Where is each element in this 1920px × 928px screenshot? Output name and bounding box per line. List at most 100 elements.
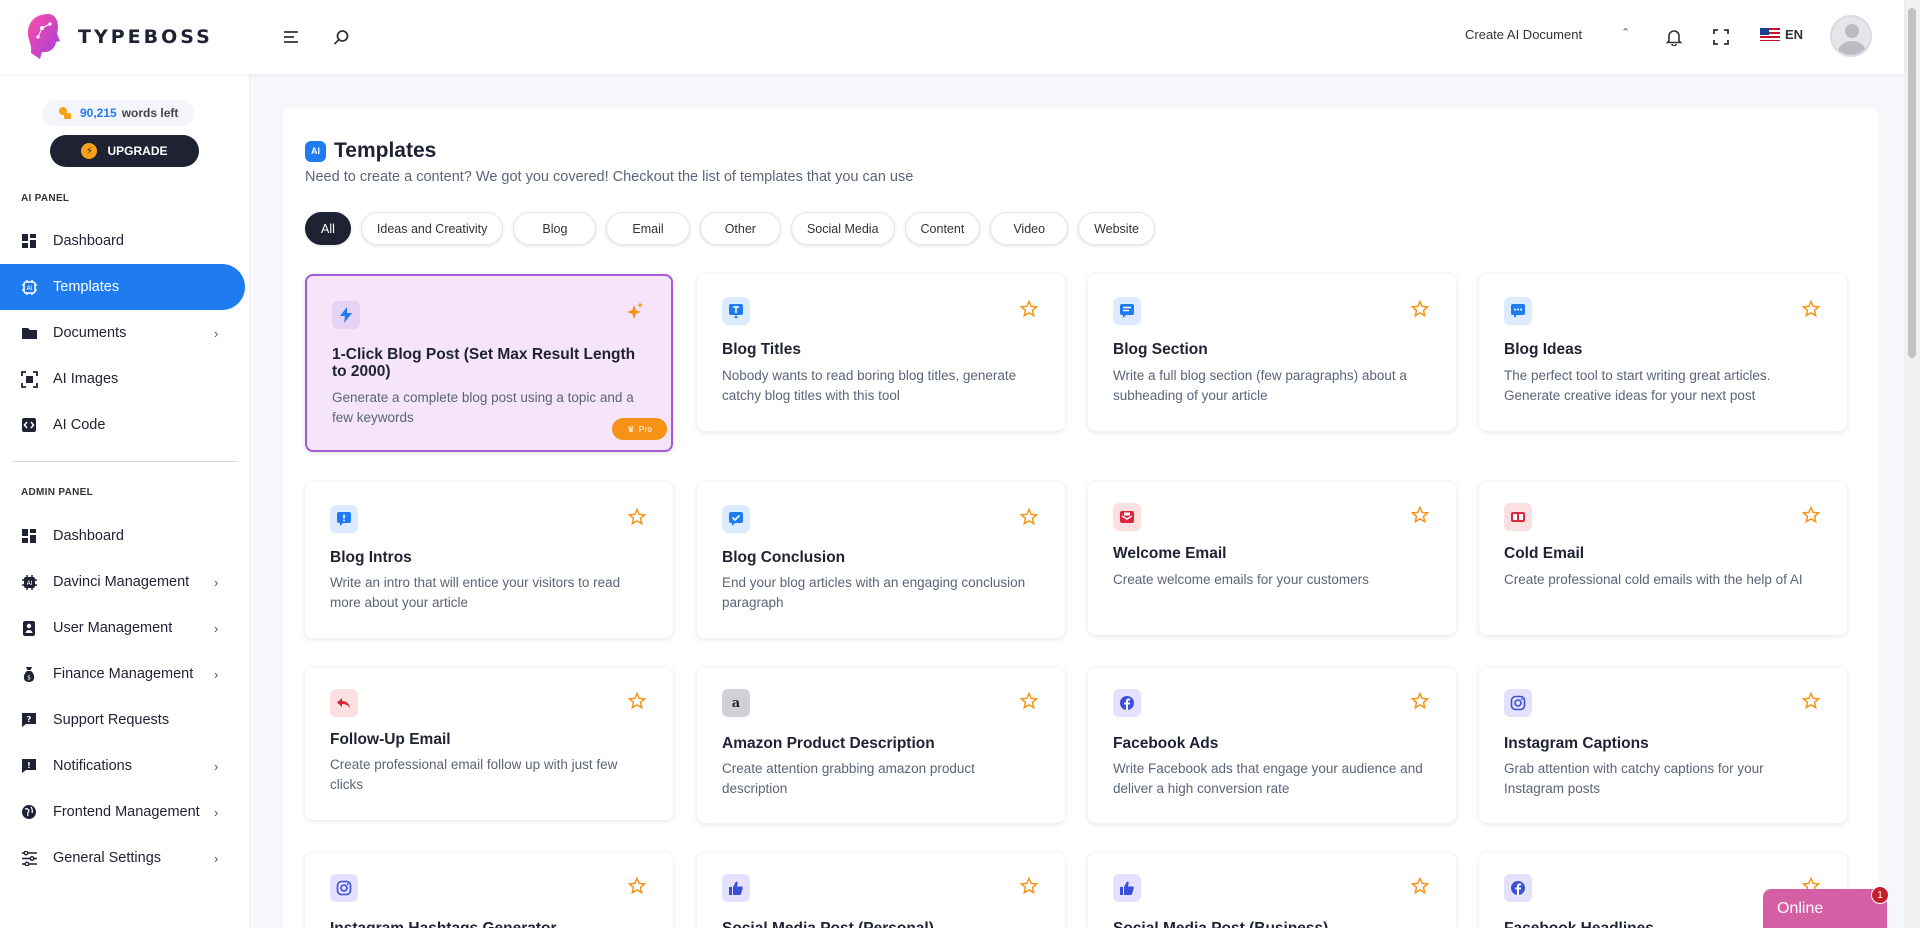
online-chat-widget[interactable]: Online	[1763, 889, 1887, 928]
page-scrollbar[interactable]	[1904, 0, 1920, 928]
search-icon[interactable]	[330, 26, 352, 48]
template-desc: Write an intro that will entice your vis…	[330, 575, 621, 610]
money-bag-icon: $	[20, 665, 38, 683]
favorite-star-icon[interactable]	[1410, 299, 1430, 318]
sidebar-item-ai-code[interactable]: AI Code	[0, 402, 245, 448]
dashboard-icon	[20, 527, 38, 545]
fullscreen-icon[interactable]	[1710, 26, 1732, 48]
filter-other[interactable]: Other	[699, 212, 781, 245]
template-card-follow-up-email[interactable]: Follow-Up Email Create professional emai…	[305, 668, 673, 820]
lightning-icon	[332, 301, 360, 329]
sidebar-item-notifications[interactable]: ! Notifications ›	[0, 743, 245, 789]
chevron-right-icon: ›	[214, 620, 219, 636]
template-title: Follow-Up Email	[330, 731, 451, 748]
template-card-instagram-captions[interactable]: Instagram Captions Grab attention with c…	[1479, 668, 1847, 823]
thumbs-up-icon	[722, 874, 750, 902]
sidebar-item-templates[interactable]: AI Templates	[0, 264, 245, 310]
template-card-facebook-ads[interactable]: Facebook Ads Write Facebook ads that eng…	[1088, 668, 1456, 823]
favorite-star-icon[interactable]	[1019, 299, 1039, 318]
sidebar-item-admin-dashboard[interactable]: Dashboard	[0, 513, 245, 559]
sidebar-item-dashboard[interactable]: Dashboard	[0, 218, 245, 264]
favorite-star-icon[interactable]	[627, 691, 647, 710]
filter-email[interactable]: Email	[606, 212, 690, 245]
brand-logo[interactable]: TYPEBOSS	[22, 11, 213, 63]
template-card-blog-ideas[interactable]: Blog Ideas The perfect tool to start wri…	[1479, 274, 1847, 431]
template-card-blog-section[interactable]: Blog Section Write a full blog section (…	[1088, 274, 1456, 431]
scrollbar-thumb[interactable]	[1908, 8, 1916, 358]
user-icon	[20, 619, 38, 637]
filter-website[interactable]: Website	[1078, 212, 1155, 245]
language-selector[interactable]: EN	[1760, 27, 1803, 42]
template-desc: Grab attention with catchy captions for …	[1504, 761, 1764, 796]
favorite-star-icon[interactable]	[1410, 505, 1430, 524]
sidebar-item-label: Finance Management	[53, 666, 194, 682]
bell-icon[interactable]	[1663, 26, 1685, 48]
chevron-right-icon: ›	[214, 666, 219, 682]
chevron-up-icon[interactable]: ⌃	[1621, 26, 1630, 39]
admin-panel-label: ADMIN PANEL	[21, 487, 94, 498]
favorite-star-icon[interactable]	[1410, 691, 1430, 710]
filter-social-media[interactable]: Social Media	[790, 212, 895, 245]
template-title: Amazon Product Description	[722, 735, 935, 752]
template-card-instagram-hashtags-generator[interactable]: Instagram Hashtags Generator	[305, 853, 673, 928]
bolt-icon: ⚡	[81, 143, 98, 159]
sidebar-item-documents[interactable]: Documents ›	[0, 310, 245, 356]
brand-name: TYPEBOSS	[78, 26, 213, 48]
template-card-blog-conclusion[interactable]: Blog Conclusion End your blog articles w…	[697, 482, 1065, 638]
template-desc: End your blog articles with an engaging …	[722, 575, 1026, 610]
svg-text:?: ?	[27, 715, 32, 724]
template-title: Blog Section	[1113, 341, 1208, 358]
template-card-amazon-product-description[interactable]: a Amazon Product Description Create atte…	[697, 668, 1065, 823]
sidebar-item-label: Support Requests	[53, 712, 170, 728]
svg-text:AI: AI	[26, 285, 32, 292]
template-card-1-click-blog-post[interactable]: 1-Click Blog Post (Set Max Result Length…	[305, 274, 673, 452]
filter-content[interactable]: Content	[904, 212, 981, 245]
template-card-welcome-email[interactable]: Welcome Email Create welcome emails for …	[1088, 482, 1456, 635]
create-ai-document-button[interactable]: Create AI Document	[1465, 27, 1582, 42]
code-icon	[20, 416, 38, 434]
blog-title-icon	[722, 297, 750, 325]
sidebar: 90,215 words left ⚡ UPGRADE AI PANEL Das…	[0, 74, 250, 928]
filter-video[interactable]: Video	[990, 212, 1069, 245]
favorite-star-icon[interactable]	[627, 876, 647, 895]
favorite-star-icon[interactable]	[1410, 876, 1430, 895]
sidebar-item-label: Davinci Management	[53, 574, 190, 590]
favorite-star-icon[interactable]	[1801, 691, 1821, 710]
sidebar-item-general-settings[interactable]: General Settings ›	[0, 835, 245, 881]
sidebar-item-davinci-management[interactable]: AI Davinci Management ›	[0, 559, 245, 605]
upgrade-label: UPGRADE	[107, 144, 168, 158]
ai-panel-label: AI PANEL	[21, 193, 70, 204]
filter-blog[interactable]: Blog	[513, 212, 597, 245]
sidebar-item-frontend-management[interactable]: Frontend Management ›	[0, 789, 245, 835]
template-card-blog-titles[interactable]: Blog Titles Nobody wants to read boring …	[697, 274, 1065, 431]
template-desc: Write a full blog section (few paragraph…	[1113, 368, 1407, 403]
sidebar-item-ai-images[interactable]: AI Images	[0, 356, 245, 402]
favorite-star-icon[interactable]	[1801, 299, 1821, 318]
template-card-social-media-post-personal[interactable]: Social Media Post (Personal)	[697, 853, 1065, 928]
template-card-cold-email[interactable]: Cold Email Create professional cold emai…	[1479, 482, 1847, 635]
alert-icon: !	[20, 757, 38, 775]
favorite-star-icon[interactable]	[1019, 876, 1039, 895]
favorite-star-icon[interactable]	[627, 507, 647, 526]
words-coin-icon	[59, 107, 71, 119]
template-card-social-media-post-business[interactable]: Social Media Post (Business)	[1088, 853, 1456, 928]
sidebar-item-finance-management[interactable]: $ Finance Management ›	[0, 651, 245, 697]
filter-ideas-and-creativity[interactable]: Ideas and Creativity	[360, 212, 504, 245]
favorite-star-icon[interactable]	[1019, 691, 1039, 710]
upgrade-button[interactable]: ⚡ UPGRADE	[50, 135, 199, 167]
crown-icon: ♛	[627, 423, 635, 434]
template-card-blog-intros[interactable]: Blog Intros Write an intro that will ent…	[305, 482, 673, 638]
favorite-star-icon[interactable]	[1801, 505, 1821, 524]
sidebar-item-label: Documents	[53, 325, 127, 341]
page-title-text: Templates	[334, 139, 437, 162]
menu-toggle-icon[interactable]	[280, 26, 302, 48]
us-flag-icon	[1760, 28, 1780, 41]
favorite-star-icon[interactable]	[1019, 507, 1039, 526]
sidebar-item-label: Templates	[53, 279, 120, 295]
sliders-icon	[20, 849, 38, 867]
user-avatar[interactable]	[1830, 15, 1872, 57]
sidebar-item-user-management[interactable]: User Management ›	[0, 605, 245, 651]
filter-all[interactable]: All	[305, 212, 351, 245]
facebook-icon	[1504, 874, 1532, 902]
sidebar-item-support-requests[interactable]: ? Support Requests	[0, 697, 245, 743]
